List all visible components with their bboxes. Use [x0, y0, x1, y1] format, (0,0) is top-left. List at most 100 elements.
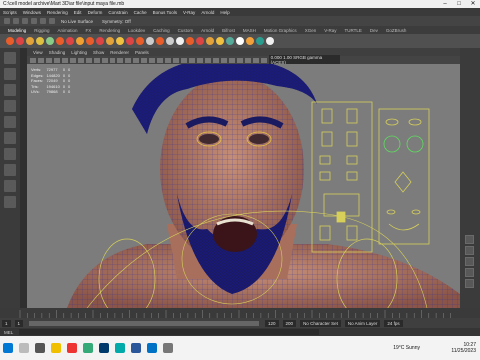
select-mode-icon[interactable]: [4, 18, 10, 24]
shelf-tool-icon[interactable]: [226, 37, 234, 45]
shelf-tab-rigging[interactable]: Rigging: [34, 28, 49, 33]
viewport-tool-icon[interactable]: [181, 57, 188, 63]
menu-windows[interactable]: Windows: [23, 10, 41, 15]
range-slider-bar[interactable]: [29, 320, 260, 326]
menu-scripts[interactable]: Scripts: [3, 10, 17, 15]
anim-layer-dropdown[interactable]: No Anim Layer: [344, 319, 381, 327]
shelf-tool-icon[interactable]: [76, 37, 84, 45]
task-view-icon[interactable]: [35, 343, 45, 353]
menu-arnold[interactable]: Arnold: [201, 10, 214, 15]
shelf-tab-arnold[interactable]: Arnold: [201, 28, 214, 33]
menu-bonus-tools[interactable]: Bonus Tools: [153, 10, 177, 15]
maya-icon[interactable]: [115, 343, 125, 353]
shelf-tool-icon[interactable]: [216, 37, 224, 45]
shelf-tool-icon[interactable]: [96, 37, 104, 45]
four-view-layout-icon[interactable]: [4, 164, 16, 176]
viewport-tool-icon[interactable]: [117, 57, 124, 63]
viewport-tool-icon[interactable]: [252, 57, 259, 63]
viewport-tool-icon[interactable]: [85, 57, 92, 63]
word-icon[interactable]: [131, 343, 141, 353]
viewport-tool-icon[interactable]: [69, 57, 76, 63]
minimize-button[interactable]: –: [438, 0, 452, 8]
select-tool-icon[interactable]: [4, 52, 16, 64]
viewport-tool-icon[interactable]: [37, 57, 44, 63]
shelf-tool-icon[interactable]: [16, 37, 24, 45]
app-icon-2[interactable]: [163, 343, 173, 353]
shelf-tool-icon[interactable]: [56, 37, 64, 45]
range-start-field[interactable]: 1: [2, 319, 11, 327]
viewport-tool-icon[interactable]: [197, 57, 203, 63]
viewport-tool-icon[interactable]: [93, 57, 100, 63]
viewport-tool-icon[interactable]: [173, 57, 180, 63]
shelf-tool-icon[interactable]: [46, 37, 54, 45]
search-icon[interactable]: [19, 343, 29, 353]
mel-label[interactable]: MEL: [4, 330, 13, 335]
windows-start-icon[interactable]: [3, 343, 13, 353]
render-icon[interactable]: [40, 18, 46, 24]
viewport-tool-icon[interactable]: [77, 57, 84, 63]
rotate-tool-icon[interactable]: [4, 116, 16, 128]
lasso-tool-icon[interactable]: [4, 68, 16, 80]
viewport-tool-icon[interactable]: [212, 57, 219, 63]
viewport-tool-icon[interactable]: [157, 57, 164, 63]
shelf-tool-icon[interactable]: [116, 37, 124, 45]
attribute-editor-icon[interactable]: [465, 246, 474, 255]
tool-settings-icon[interactable]: [465, 257, 474, 266]
shelf-tool-icon[interactable]: [6, 37, 14, 45]
shelf-tab-turtle[interactable]: TURTLE: [344, 28, 361, 33]
maximize-button[interactable]: □: [452, 0, 466, 8]
viewport-tool-icon[interactable]: [244, 57, 251, 63]
menu-edit[interactable]: Edit: [74, 10, 82, 15]
shelf-tool-icon[interactable]: [176, 37, 184, 45]
vp-menu-lighting[interactable]: Lighting: [71, 50, 87, 55]
shelf-tool-icon[interactable]: [26, 37, 34, 45]
snap-point-icon[interactable]: [31, 18, 37, 24]
paint-select-tool-icon[interactable]: [4, 84, 16, 96]
viewport-tool-icon[interactable]: [204, 57, 211, 63]
range-end-inner-field[interactable]: 120: [265, 319, 279, 327]
shelf-tool-icon[interactable]: [236, 37, 244, 45]
single-view-layout-icon[interactable]: [4, 148, 16, 160]
close-button[interactable]: ✕: [466, 0, 480, 8]
layer-editor-icon[interactable]: [465, 279, 474, 288]
vp-menu-shading[interactable]: Shading: [49, 50, 66, 55]
shelf-tab-modeling[interactable]: Modeling: [8, 28, 26, 33]
viewport-tool-icon[interactable]: [236, 57, 243, 63]
vp-menu-show[interactable]: Show: [93, 50, 104, 55]
menu-cache[interactable]: Cache: [134, 10, 147, 15]
shelf-tool-icon[interactable]: [266, 37, 274, 45]
range-start-inner-field[interactable]: 1: [14, 319, 24, 327]
move-tool-icon[interactable]: [4, 100, 16, 112]
viewport-tool-icon[interactable]: [260, 57, 267, 63]
menu-deform[interactable]: Deform: [88, 10, 103, 15]
viewport-tool-icon[interactable]: [165, 57, 172, 63]
viewport-tool-icon[interactable]: [141, 57, 148, 63]
viewport-tool-icon[interactable]: [228, 57, 235, 63]
shelf-tab-caching[interactable]: Caching: [153, 28, 170, 33]
shelf-tool-icon[interactable]: [156, 37, 164, 45]
character-set-dropdown[interactable]: No Character Set: [300, 319, 341, 327]
shelf-tool-icon[interactable]: [186, 37, 194, 45]
shelf-tab-fx[interactable]: FX: [86, 28, 92, 33]
snap-grid-icon[interactable]: [13, 18, 19, 24]
shelf-tab-mash[interactable]: MASH: [243, 28, 256, 33]
ipr-icon[interactable]: [49, 18, 55, 24]
app-icon[interactable]: [83, 343, 93, 353]
vp-menu-renderer[interactable]: Renderer: [110, 50, 129, 55]
snap-curve-icon[interactable]: [22, 18, 28, 24]
symmetry-label[interactable]: Symmetry: Off: [102, 19, 131, 24]
shelf-tool-icon[interactable]: [256, 37, 264, 45]
shelf-tool-icon[interactable]: [86, 37, 94, 45]
outliner-layout-icon[interactable]: [4, 196, 16, 208]
shelf-tool-icon[interactable]: [136, 37, 144, 45]
shelf-tab-gozbrush[interactable]: GoZBrush: [386, 28, 407, 33]
shelf-tab-animation[interactable]: Animation: [58, 28, 78, 33]
shelf-tab-bifrost[interactable]: Bifrost: [222, 28, 235, 33]
viewport-tool-icon[interactable]: [30, 57, 36, 63]
shelf-tab-rendering[interactable]: Rendering: [99, 28, 120, 33]
3d-viewport[interactable]: Verts: 72977 0 0 Edges: 144820 0 0 Faces: 72049…: [27, 64, 460, 308]
side-by-side-layout-icon[interactable]: [4, 180, 16, 192]
shelf-tool-icon[interactable]: [246, 37, 254, 45]
viewport-tool-icon[interactable]: [189, 57, 196, 63]
menu-help[interactable]: Help: [220, 10, 229, 15]
